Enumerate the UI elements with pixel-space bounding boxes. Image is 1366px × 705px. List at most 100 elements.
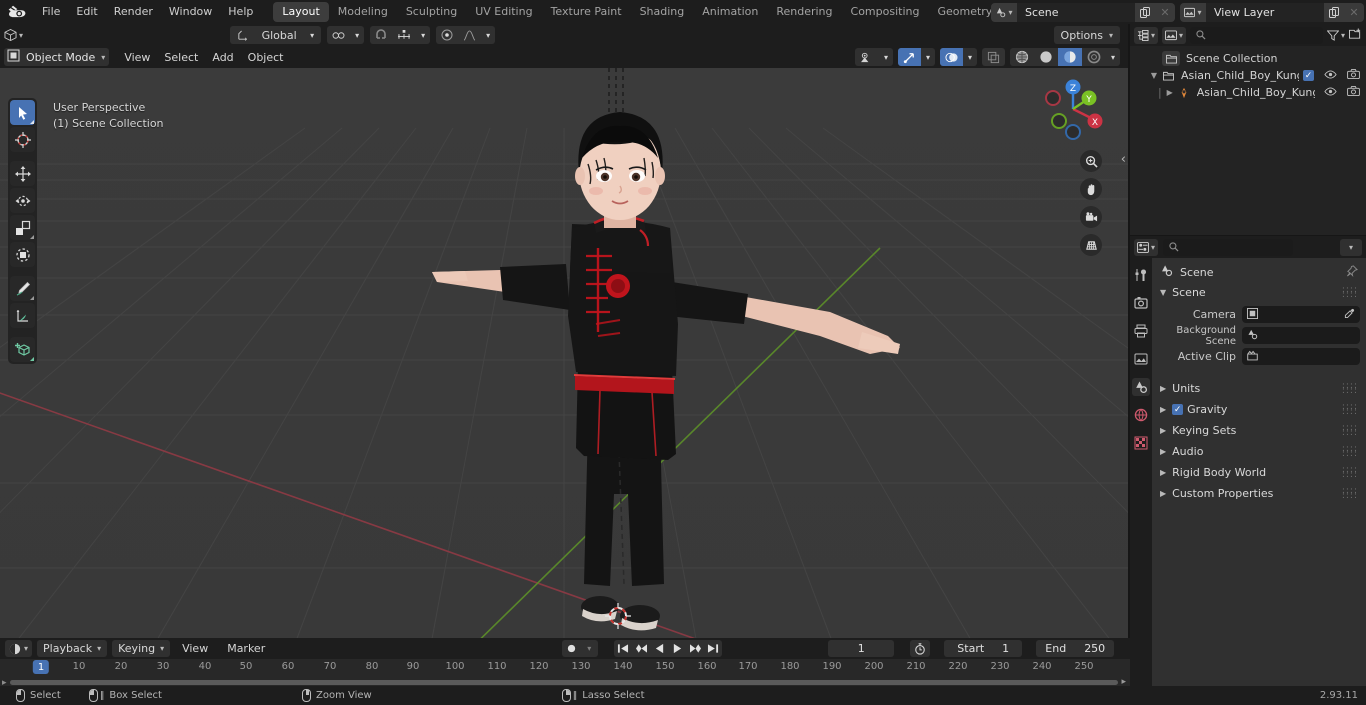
record-keyframe-icon[interactable] [562, 640, 580, 657]
hide-eye-icon[interactable] [1324, 69, 1337, 82]
new-view-layer-icon[interactable] [1324, 2, 1344, 22]
drag-handle-dots[interactable]: :::::::: [1342, 402, 1358, 416]
object-visibility-icon[interactable] [855, 48, 879, 66]
chevron-down-icon[interactable]: ▾ [101, 53, 105, 62]
workspace-tab-sculpting[interactable]: Sculpting [397, 2, 466, 22]
render-camera-icon[interactable] [1347, 69, 1360, 82]
properties-search-input[interactable] [1163, 238, 1294, 256]
interaction-mode-selector[interactable]: Object Mode ▾ [4, 48, 110, 66]
render-camera-icon[interactable] [1347, 86, 1360, 99]
gravity-checkbox[interactable]: ✓ [1172, 404, 1184, 415]
viewport-shading-group[interactable]: ▾ [1009, 48, 1120, 66]
transform-tool[interactable] [10, 242, 35, 267]
add-cube-tool[interactable] [10, 337, 35, 362]
timeline-menu-keying[interactable]: Keying ▾ [112, 640, 171, 657]
chevron-down-icon[interactable]: ▾ [1340, 238, 1362, 256]
transform-orientation-selector[interactable]: Global ▾ [230, 26, 322, 44]
chevron-down-icon[interactable]: ▼ [1148, 71, 1160, 80]
menu-window[interactable]: Window [161, 3, 220, 21]
prev-keyframe-icon[interactable] [632, 640, 650, 657]
panel-header-audio[interactable]: ▶ Audio :::::::: [1152, 441, 1366, 462]
measure-tool[interactable] [10, 303, 35, 328]
chevron-down-icon[interactable]: ▾ [921, 48, 935, 66]
texture-checker-icon[interactable] [1132, 434, 1150, 452]
tool-wrench-icon[interactable] [1132, 266, 1150, 284]
overlays-group[interactable]: ▾ [939, 48, 977, 66]
chevron-right-icon[interactable]: ▶ [1160, 489, 1166, 498]
collection-checkbox[interactable]: ✓ [1303, 70, 1314, 81]
scene-cone-icon[interactable] [1132, 378, 1150, 396]
panel-header-units[interactable]: ▶ Units :::::::: [1152, 378, 1366, 399]
editor-type-timeline-icon[interactable]: ▾ [5, 640, 33, 657]
navigation-gizmo[interactable]: Z X Y [1036, 72, 1110, 146]
editor-type-properties-icon[interactable]: ▾ [1134, 238, 1159, 256]
scale-tool[interactable] [10, 215, 35, 240]
render-camera-icon[interactable] [1132, 294, 1150, 312]
timeline-menu-marker[interactable]: Marker [220, 641, 272, 656]
proportional-editing-group[interactable]: ▾ [436, 26, 496, 44]
chevron-down-icon[interactable]: ▾ [580, 640, 598, 657]
current-frame-field[interactable]: 1 [828, 640, 895, 657]
workspace-tab-layout[interactable]: Layout [273, 2, 329, 22]
cursor-tool[interactable] [10, 127, 35, 152]
pan-view-button[interactable] [1080, 178, 1102, 200]
outliner-row-scene-collection[interactable]: Scene Collection [1130, 50, 1366, 67]
chevron-down-icon[interactable]: ▾ [963, 48, 977, 66]
object-visibility-group[interactable]: ▾ [854, 48, 893, 66]
overlays-icon[interactable] [939, 48, 963, 66]
snap-target-icon[interactable] [392, 26, 416, 44]
workspace-tab-animation[interactable]: Animation [693, 2, 767, 22]
drag-handle-dots[interactable]: :::::::: [1342, 285, 1358, 299]
shading-rendered-icon[interactable] [1082, 48, 1106, 66]
eyedropper-icon[interactable] [1344, 308, 1355, 322]
toggle-perspective-button[interactable] [1080, 234, 1102, 256]
chevron-down-icon[interactable]: ▾ [350, 26, 364, 44]
panel-header-rigid-body-world[interactable]: ▶ Rigid Body World :::::::: [1152, 462, 1366, 483]
viewport-menu-object[interactable]: Object [241, 50, 291, 65]
camera-field[interactable] [1242, 306, 1360, 323]
editor-type-3dview-icon[interactable]: ▾ [4, 29, 30, 41]
view-layer-selector[interactable]: ▾ View Layer ✕ [1180, 2, 1364, 22]
auto-keying-group[interactable]: ▾ [562, 640, 599, 657]
proportional-edit-icon[interactable] [436, 26, 458, 44]
chevron-right-icon[interactable]: ▶ [1160, 468, 1166, 477]
playhead-handle[interactable]: 1 [32, 660, 50, 674]
panel-header-scene[interactable]: ▼ Scene :::::::: [1152, 282, 1366, 303]
drag-handle-dots[interactable]: :::::::: [1342, 465, 1358, 479]
next-keyframe-icon[interactable] [686, 640, 704, 657]
drag-handle-dots[interactable]: :::::::: [1342, 423, 1358, 437]
world-globe-icon[interactable] [1132, 406, 1150, 424]
view-layer-images-icon[interactable] [1132, 350, 1150, 368]
rotate-tool[interactable] [10, 188, 35, 213]
panel-header-keying-sets[interactable]: ▶ Keying Sets :::::::: [1152, 420, 1366, 441]
workspace-tab-uv-editing[interactable]: UV Editing [466, 2, 541, 22]
hide-eye-icon[interactable] [1324, 86, 1337, 99]
workspace-tab-texture-paint[interactable]: Texture Paint [542, 2, 631, 22]
drag-handle-dots[interactable]: :::::::: [1342, 486, 1358, 500]
move-tool[interactable] [10, 161, 35, 186]
drag-handle-dots[interactable]: :::::::: [1342, 381, 1358, 395]
viewport-menu-select[interactable]: Select [157, 50, 205, 65]
menu-help[interactable]: Help [220, 3, 261, 21]
chevron-right-icon[interactable]: ▶ [1164, 88, 1176, 97]
chevron-right-icon[interactable]: ▶ [1160, 405, 1166, 414]
editor-type-outliner-icon[interactable]: ▾ [1134, 26, 1159, 44]
workspace-tab-modeling[interactable]: Modeling [329, 2, 397, 22]
gizmo-icon[interactable] [897, 48, 921, 66]
pin-icon[interactable] [1346, 264, 1358, 280]
scene-selector[interactable]: ▾ Scene ✕ [991, 2, 1175, 22]
shading-solid-icon[interactable] [1034, 48, 1058, 66]
workspace-tab-compositing[interactable]: Compositing [842, 2, 929, 22]
sidebar-toggle-button[interactable]: ‹ [1121, 152, 1126, 167]
timeline-horizontal-scrollbar[interactable] [10, 680, 1118, 685]
new-scene-icon[interactable] [1135, 2, 1155, 22]
xray-toggle-button[interactable] [981, 48, 1005, 66]
transform-pivot-selector[interactable]: ▾ [327, 26, 365, 44]
viewport-menu-view[interactable]: View [117, 50, 157, 65]
drag-handle-dots[interactable]: :::::::: [1342, 444, 1358, 458]
chevron-down-icon[interactable]: ▾ [305, 26, 319, 44]
workspace-tab-shading[interactable]: Shading [631, 2, 694, 22]
chevron-down-icon[interactable]: ▾ [879, 48, 893, 66]
blender-logo-icon[interactable] [6, 3, 28, 21]
annotate-tool[interactable] [10, 276, 35, 301]
